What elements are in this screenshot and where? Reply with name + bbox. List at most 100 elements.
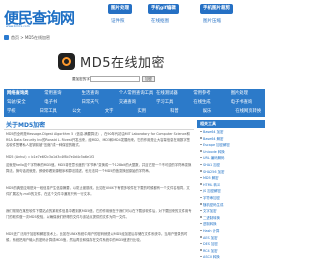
sidebar-item-label: DES 加密 [203, 242, 218, 247]
bullet-icon [200, 150, 202, 152]
sidebar-item[interactable]: ASCII 转换 [200, 255, 262, 260]
sidebar-item-label: SHA1 加密 [203, 163, 221, 167]
bullet-icon [200, 156, 202, 159]
bullet-icon [200, 242, 202, 245]
topnav-item[interactable]: 图片处理 [108, 4, 132, 14]
sidebar-item[interactable]: MD5 解密 [200, 176, 262, 181]
category-link[interactable]: 驾驶/安全 [7, 98, 26, 107]
topnav-item[interactable]: 图片压缩 [200, 17, 224, 27]
topnav-item[interactable]: 手机gif编辑 [148, 4, 179, 14]
md5-app-icon [58, 53, 75, 70]
sidebar-item[interactable]: 随机密码生成 [200, 203, 262, 208]
category-link[interactable]: 在线测试器 [156, 89, 177, 98]
bullet-icon [200, 236, 202, 238]
sidebar-item-label: SHA256 加密 [203, 169, 225, 174]
sidebar-item[interactable]: RC4 加密 [200, 249, 262, 254]
category-link[interactable]: 实用 [138, 107, 147, 116]
sidebar-item[interactable]: JS 加密解密 [200, 189, 262, 194]
home-icon[interactable] [4, 35, 9, 40]
category-link[interactable]: 网络查询类 [7, 89, 28, 98]
sidebar-item-label: 文字加密 [203, 209, 217, 214]
sidebar-item[interactable]: Base64 解密 [200, 137, 262, 142]
bullet-icon [200, 209, 202, 212]
sidebar-heading: 相关工具 [197, 120, 265, 128]
content-paragraph: MD5的全称是Message-Digest Algorithm 5（信息-摘要算… [6, 132, 190, 148]
bullet-icon [200, 196, 202, 198]
sidebar-item[interactable]: Base64 加密 [200, 130, 262, 135]
category-link[interactable]: 日常工具 [40, 107, 57, 116]
category-link[interactable]: 电子书 [44, 98, 57, 107]
category-link[interactable]: 在线网页转换 [235, 107, 261, 116]
content-paragraph: MD5的典型应用是对一段信息产生信息摘要，以防止被篡改。比如在UNIX下有很多软… [6, 186, 190, 196]
topnav-item[interactable]: 在线抠图 [148, 17, 172, 27]
site-logo[interactable]: 便民查询网 www.bmcx.com [4, 7, 82, 29]
bullet-icon [200, 229, 202, 231]
bullet-icon [200, 170, 202, 172]
category-link[interactable]: 电子书查询 [231, 98, 252, 107]
sidebar-item[interactable]: 二进制转换 [200, 216, 262, 221]
bullet-icon [200, 130, 202, 132]
bullet-icon [200, 183, 202, 185]
sidebar-item[interactable]: SHA1 加密 [200, 163, 262, 168]
input-row: 要加密的字符串： 加密 [72, 75, 212, 83]
sidebar-item-label: HTML 转义 [203, 182, 221, 187]
sidebar-item-label: URL 编码解码 [203, 156, 225, 161]
category-link[interactable]: 生活查询 [82, 89, 99, 98]
sidebar-item-label: ASCII 转换 [203, 255, 220, 260]
encrypt-button[interactable]: 加密 [142, 76, 155, 82]
sidebar-item-label: Base64 解密 [203, 136, 224, 141]
md5-input-field[interactable] [90, 76, 140, 82]
bullet-icon [200, 249, 202, 251]
sidebar-item[interactable]: 字符串加密 [200, 196, 262, 201]
sidebar-item-label: 进制转换 [203, 222, 217, 227]
sidebar-item[interactable]: 进制转换 [200, 222, 262, 227]
section-title: 关于MD5加密 [6, 122, 46, 129]
breadcrumb: 首页 > MD5在线加密 [4, 34, 265, 42]
category-link[interactable]: 科普 [170, 107, 179, 116]
sidebar-item[interactable]: AES 加密 [200, 236, 262, 241]
sidebar-item[interactable]: HTML 转义 [200, 183, 262, 188]
category-link[interactable]: 娱乐 [203, 107, 212, 116]
category-link[interactable]: 常用查询 [44, 89, 61, 98]
sidebar-item-label: 随机密码生成 [203, 202, 224, 207]
page-title: MD5在线加密 [80, 56, 165, 71]
bullet-icon [200, 163, 202, 165]
category-link[interactable]: 常用参考 [193, 89, 210, 98]
sidebar-item[interactable]: URL 编码解码 [200, 156, 262, 161]
top-nav: 图片处理 手机gif编辑 手机图片裁剪证件照 在线抠图 图片压缩 [108, 4, 267, 29]
category-link[interactable]: 交通查询 [119, 98, 136, 107]
sidebar-item[interactable]: Escape 加密解密 [200, 143, 262, 148]
logo-subtext: www.bmcx.com [6, 24, 30, 28]
topnav-item[interactable]: 手机图片裁剪 [200, 4, 233, 14]
sidebar-item[interactable]: Hash 计算 [200, 229, 262, 234]
main-content: 关于MD5加密 MD5的全称是Message-Digest Algorithm … [4, 120, 194, 263]
breadcrumb-text: 首页 > MD5在线加密 [11, 35, 50, 40]
bullet-icon [200, 203, 202, 205]
category-link[interactable]: 图片处理 [231, 89, 248, 98]
sidebar-item[interactable]: 文字加密 [200, 209, 262, 214]
sidebar-item-label: AES 加密 [203, 235, 218, 240]
content-paragraph: 这就是hello这个字符串的MD5值。MD5将任意长度的“字节串”变换成一个12… [6, 163, 192, 173]
bullet-icon [200, 189, 202, 192]
category-link[interactable]: 在线生成 [193, 98, 210, 107]
category-link[interactable]: 文字 [105, 107, 114, 116]
sidebar-item[interactable]: DES 加密 [200, 242, 262, 247]
sidebar-item-label: JS 加密解密 [203, 189, 221, 194]
category-link[interactable]: 学校 [7, 107, 16, 116]
sidebar-item-label: Escape 加密解密 [203, 143, 230, 148]
sidebar-item-label: 二进制转换 [203, 215, 220, 220]
category-link[interactable]: 学习工具 [156, 98, 173, 107]
sidebar: 相关工具 Base64 加密 Base64 解密 Escape 加密解密 Unicod… [197, 120, 265, 263]
app-banner: MD5在线加密 要加密的字符串： 加密 [4, 43, 265, 91]
category-link[interactable]: 公文 [72, 107, 81, 116]
topnav-item[interactable]: 证件照 [108, 17, 128, 27]
bullet-icon [200, 222, 202, 225]
bullet-icon [200, 255, 202, 258]
category-link[interactable]: 个人常用查询工具 [119, 89, 153, 98]
sidebar-item[interactable]: SHA256 加密 [200, 170, 262, 175]
content-paragraph: 我们常常在某些软件下载站点的某软件信息中看到其MD5值，它的作用就在于我们可以在… [6, 209, 192, 219]
site-header: 便民查询网 www.bmcx.com 图片处理 手机gif编辑 手机图片裁剪证件照 在… [0, 0, 269, 33]
category-link[interactable]: 日常天气 [82, 98, 99, 107]
sidebar-item[interactable]: Unicode 转换 [200, 150, 262, 155]
bullet-icon [200, 137, 202, 139]
